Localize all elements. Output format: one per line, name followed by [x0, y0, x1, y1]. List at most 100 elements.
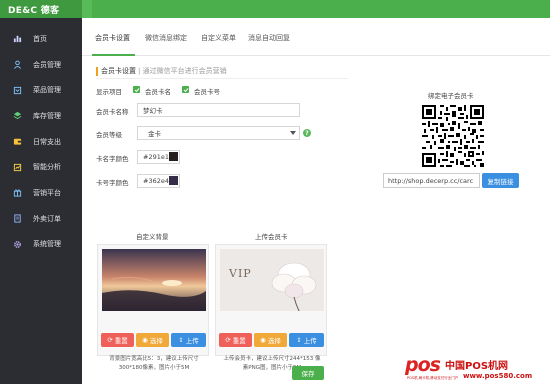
- sidebar-item-system[interactable]: 系统管理: [0, 232, 82, 258]
- gift-icon: [10, 188, 24, 198]
- sidebar-item-expenses[interactable]: 日常支出: [0, 129, 82, 155]
- tab-wechat-binding[interactable]: 微信消息绑定: [145, 33, 187, 43]
- sidebar-item-label: 首页: [33, 34, 47, 43]
- refresh-icon: ⟳: [225, 336, 231, 344]
- card-name-value: 梦幻卡: [143, 107, 163, 115]
- eye-icon: ◉: [260, 336, 266, 344]
- sidebar-item-label: 系统管理: [33, 240, 61, 249]
- custom-bg-note: 背景图片宽高比5：3，建议上传尺寸 300*180像素，图片小于5M: [95, 355, 213, 373]
- display-items-label: 显示项目: [96, 88, 122, 96]
- qr-title: 绑定电子会员卡: [428, 92, 474, 100]
- watermark-cn: 中国POS机网: [445, 361, 509, 372]
- watermark-pos: pos: [405, 354, 441, 376]
- sidebar-item-label: 菜品管理: [33, 86, 61, 95]
- upload-card-upload-button[interactable]: ⇪ 上传: [289, 333, 324, 347]
- sidebar-toggle[interactable]: [82, 0, 92, 18]
- upload-card-caption: 上传会员卡: [255, 233, 288, 241]
- checkbox-card-number[interactable]: [182, 86, 189, 93]
- sidebar-item-label: 日常支出: [33, 137, 61, 146]
- eye-icon: ◉: [142, 336, 148, 344]
- level-select[interactable]: 金卡: [137, 126, 300, 140]
- custom-bg-panel: ⟳ 重置 ◉ 选择 ⇪ 上传: [97, 244, 209, 356]
- book-icon: [10, 85, 24, 95]
- reset-label: 重置: [232, 337, 246, 345]
- upload-card-select-button[interactable]: ◉ 选择: [254, 333, 287, 347]
- card-url-input[interactable]: http://shop.decerp.cc/carc: [383, 173, 480, 188]
- background-preview-image: [102, 249, 206, 311]
- sidebar-item-takeout[interactable]: 外卖订单: [0, 206, 82, 232]
- vip-card-preview: VIP: [220, 249, 324, 311]
- bar-chart-icon: [10, 34, 24, 44]
- gear-icon: [10, 239, 24, 249]
- sidebar-item-analysis[interactable]: 智能分析: [0, 154, 82, 180]
- sidebar: 首页 会员管理 菜品管理 库存管理 日常支出 智能分析 营销平台 外卖订单 系统…: [0, 18, 82, 384]
- upload-card-panel: VIP ⟳ 重置 ◉ 选择 ⇪ 上传: [215, 244, 327, 356]
- custom-bg-reset-button[interactable]: ⟳ 重置: [101, 333, 134, 347]
- wallet-icon: [10, 137, 24, 147]
- help-icon[interactable]: ?: [303, 129, 311, 137]
- name-color-label: 卡名字颜色: [96, 155, 129, 163]
- name-color-value: #291e1: [143, 153, 169, 161]
- upload-icon: ⇪: [296, 336, 302, 344]
- flower-illustration: [271, 262, 317, 311]
- sidebar-item-label: 智能分析: [33, 163, 61, 172]
- upload-card-note-line1: 上传会员卡，建议上传尺寸244*153 像: [223, 356, 321, 362]
- custom-bg-upload-button[interactable]: ⇪ 上传: [171, 333, 206, 347]
- tab-custom-menu[interactable]: 自定义菜单: [201, 33, 236, 43]
- logo[interactable]: DE&C 德客: [0, 0, 82, 18]
- section-subtitle: | 通过微信平台进行会员营销: [138, 67, 227, 75]
- custom-bg-note-line2: 300*180像素，图片小于5M: [118, 365, 190, 371]
- reset-label: 重置: [114, 337, 128, 345]
- tab-card-settings[interactable]: 会员卡设置: [95, 33, 130, 43]
- custom-bg-select-button[interactable]: ◉ 选择: [136, 333, 169, 347]
- watermark-url: www.pos580.com: [463, 372, 533, 380]
- tab-auto-reply[interactable]: 消息自动回复: [248, 33, 290, 43]
- sidebar-item-label: 库存管理: [33, 111, 61, 120]
- checkbox-card-name-label: 会员卡名: [145, 88, 171, 96]
- sidebar-item-label: 营销平台: [33, 188, 61, 197]
- number-color-swatch[interactable]: [169, 176, 178, 185]
- sidebar-item-label: 外卖订单: [33, 214, 61, 223]
- sidebar-item-dishes[interactable]: 菜品管理: [0, 77, 82, 103]
- upload-icon: ⇪: [178, 336, 184, 344]
- qr-code: [420, 103, 486, 169]
- number-color-value: #362e4: [143, 177, 169, 185]
- upload-label: 上传: [185, 337, 199, 345]
- section-marker: [96, 66, 98, 76]
- active-tab-indicator: [92, 54, 135, 56]
- layers-icon: [10, 111, 24, 121]
- section-title: 会员卡设置: [101, 67, 136, 75]
- checkbox-card-number-label: 会员卡号: [194, 88, 220, 96]
- select-label: 选择: [149, 337, 163, 345]
- copy-link-button[interactable]: 复制链接: [482, 173, 519, 188]
- watermark-small: POS机,刷卡机,移动支付行业门户: [407, 376, 459, 380]
- sidebar-item-members[interactable]: 会员管理: [0, 52, 82, 78]
- watermark-logo: pos 中国POS机网 www.pos580.com POS机,刷卡机,移动支付…: [405, 354, 550, 384]
- user-icon: [10, 60, 24, 70]
- refresh-icon: ⟳: [107, 336, 113, 344]
- divider: [96, 78, 348, 79]
- custom-bg-note-line1: 背景图片宽高比5：3，建议上传尺寸: [109, 356, 199, 362]
- number-color-label: 卡号字颜色: [96, 179, 129, 187]
- upload-label: 上传: [303, 337, 317, 345]
- select-label: 选择: [267, 337, 281, 345]
- custom-bg-caption: 自定义背景: [136, 233, 169, 241]
- save-button[interactable]: 保存: [292, 366, 324, 380]
- level-label: 会员等级: [96, 131, 122, 139]
- section-header: 会员卡设置 | 通过微信平台进行会员营销: [96, 66, 227, 76]
- sidebar-item-inventory[interactable]: 库存管理: [0, 103, 82, 129]
- logo-text: DE&C 德客: [8, 5, 60, 16]
- analysis-icon: [10, 162, 24, 172]
- name-color-swatch[interactable]: [169, 152, 178, 161]
- chevron-down-icon: [290, 131, 296, 135]
- level-value: 金卡: [148, 130, 161, 138]
- card-name-label: 会员卡名称: [96, 108, 129, 116]
- main-content: 会员卡设置 微信消息绑定 自定义菜单 消息自动回复 会员卡设置 | 通过微信平台…: [82, 18, 550, 384]
- checkbox-card-name[interactable]: [133, 86, 140, 93]
- sidebar-item-marketing[interactable]: 营销平台: [0, 180, 82, 206]
- top-bar: DE&C 德客: [0, 0, 550, 18]
- card-name-input[interactable]: 梦幻卡: [137, 103, 300, 117]
- card-url-value: http://shop.decerp.cc/carc: [388, 176, 474, 185]
- upload-card-reset-button[interactable]: ⟳ 重置: [219, 333, 252, 347]
- sidebar-item-home[interactable]: 首页: [0, 26, 82, 52]
